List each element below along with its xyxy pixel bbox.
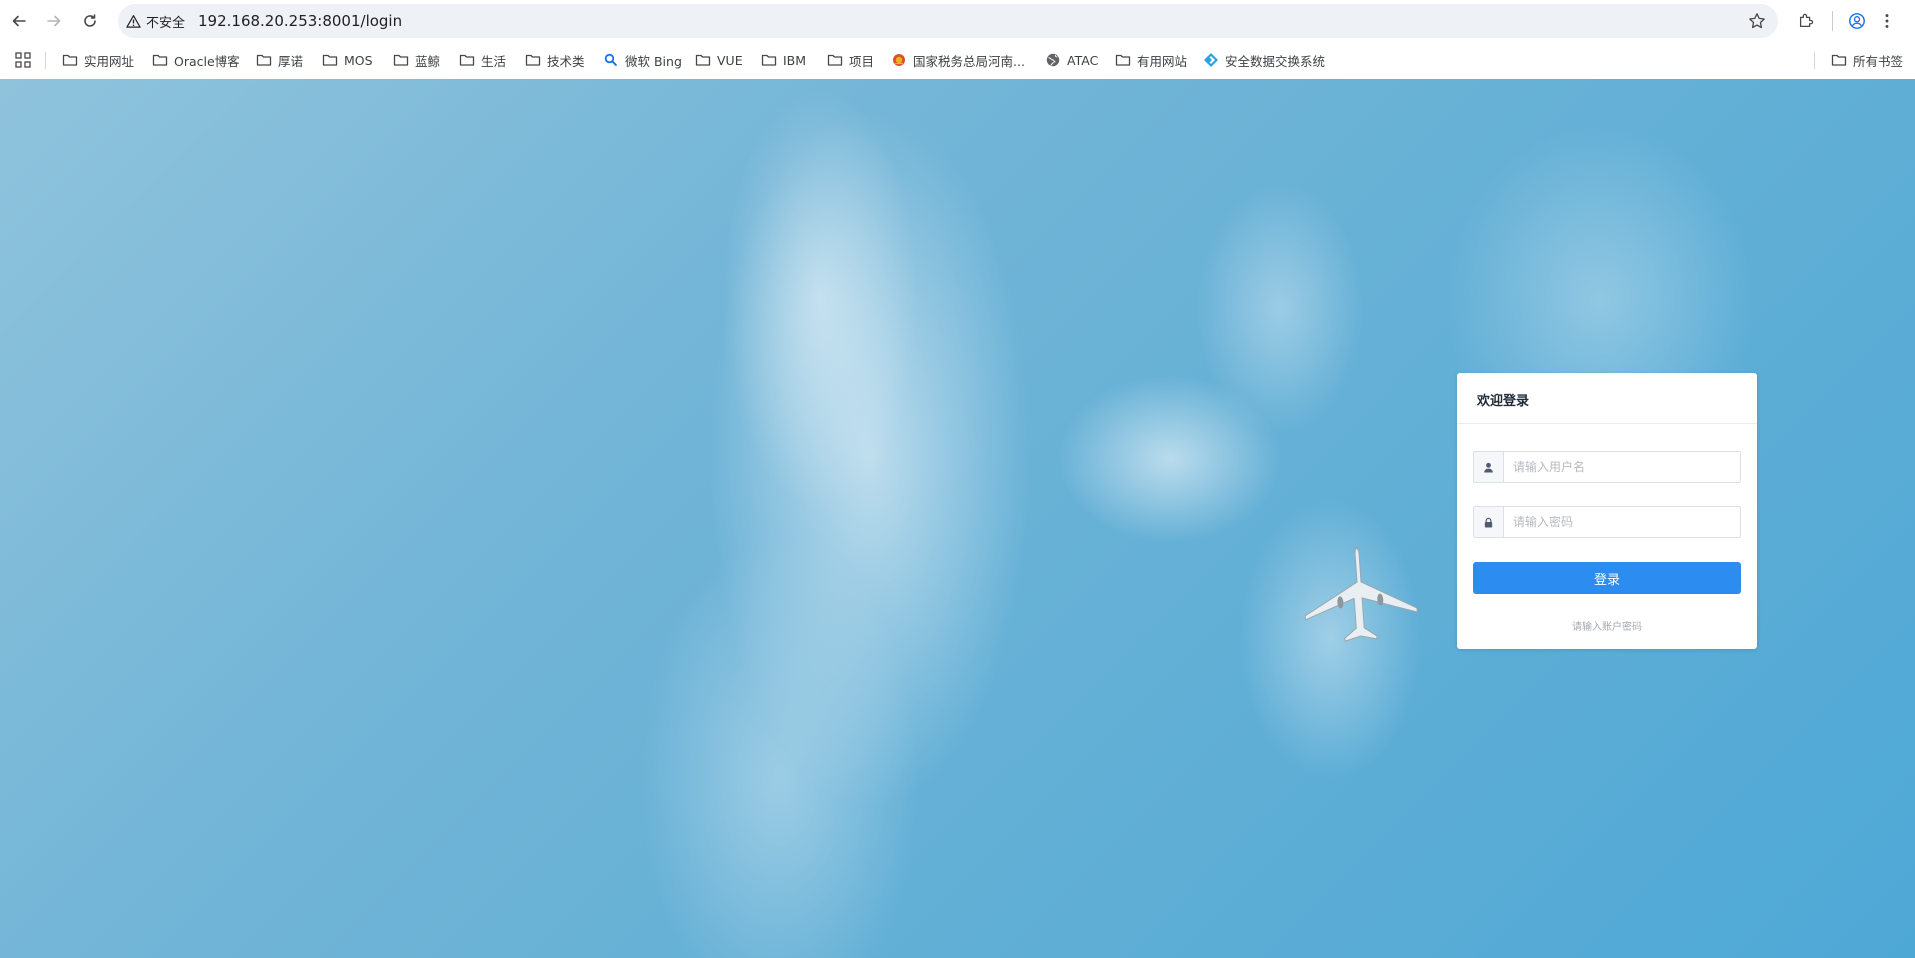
security-label: 不安全 [146,15,186,31]
password-field [1473,506,1741,538]
airplane-image [1304,546,1418,642]
lock-icon [1484,517,1493,528]
tax-emblem-icon [893,54,905,66]
folder-icon [459,54,475,66]
browser-toolbar: 不安全 192.168.20.253:8001/login [0,0,1915,42]
security-chip[interactable]: 不安全 [126,12,186,31]
profile-icon [1849,13,1865,29]
login-title: 欢迎登录 [1457,373,1757,424]
bookmark-label: 技术类 [547,53,585,69]
bookmarks-bar: 实用网址 Oracle博客 厚诺 MOS 蓝鲸 生活 技术类 微软 Bing V… [0,42,1915,79]
forward-button[interactable] [42,9,66,33]
back-button[interactable] [7,9,31,33]
profile-button[interactable] [1847,11,1867,31]
bookmark-folder-1[interactable]: Oracle博客 [152,49,240,71]
bookmark-label: 生活 [481,53,507,69]
toolbar-divider [1832,11,1833,31]
bookmark-label: Oracle博客 [174,53,240,69]
bookmark-link-tax[interactable]: 国家税务总局河南... [891,49,1025,71]
bookmark-folder-2[interactable]: 厚诺 [256,49,303,71]
folder-icon [827,54,843,66]
arrow-right-icon [47,15,61,27]
user-icon [1484,462,1493,473]
all-bookmarks-button[interactable]: 所有书签 [1831,49,1903,71]
globe-icon [1046,53,1060,67]
login-card: 欢迎登录 登录 请输入账户密码 [1457,373,1757,649]
folder-icon [1115,54,1131,66]
extensions-button[interactable] [1796,11,1816,31]
bookmark-label: MOS [344,52,373,68]
bookmark-folder-9[interactable]: IBM [761,49,806,71]
bookmark-folder-13[interactable]: 有用网站 [1115,49,1187,71]
username-input[interactable] [1505,452,1740,482]
folder-icon [761,54,777,66]
bookmark-link-atac[interactable]: ATAC [1045,49,1098,71]
password-prefix [1474,507,1504,537]
bookmark-folder-6[interactable]: 技术类 [525,49,585,71]
username-prefix [1474,452,1504,482]
bookmark-folder-4[interactable]: 蓝鲸 [393,49,440,71]
login-hint: 请输入账户密码 [1572,622,1642,633]
login-button[interactable]: 登录 [1473,562,1741,594]
bookmarks-divider [45,52,46,69]
bookmark-label: VUE [717,52,743,68]
reload-button[interactable] [78,9,102,33]
menu-button[interactable] [1877,11,1897,31]
password-input[interactable] [1505,507,1740,537]
bookmark-label: 项目 [849,53,875,69]
bookmarks-divider [1814,52,1815,69]
url-text[interactable]: 192.168.20.253:8001/login [198,12,402,30]
bing-search-icon [604,53,617,66]
bookmark-folder-10[interactable]: 项目 [827,49,874,71]
bookmark-link-bing[interactable]: 微软 Bing [603,49,682,71]
diamond-logo-icon [1204,53,1218,67]
bookmark-folder-8[interactable]: VUE [695,49,743,71]
warning-icon [126,14,141,28]
folder-icon [1831,54,1847,66]
bookmark-label: 安全数据交换系统 [1225,53,1326,69]
bookmark-folder-0[interactable]: 实用网址 [62,49,134,71]
bookmark-folder-5[interactable]: 生活 [459,49,506,71]
bookmark-label: 微软 Bing [625,53,682,69]
arrow-left-icon [12,15,26,27]
bookmark-star-icon[interactable] [1748,12,1766,30]
folder-icon [525,54,541,66]
bookmark-label: 国家税务总局河南... [913,53,1025,69]
folder-icon [256,54,272,66]
folder-icon [152,54,168,66]
username-field [1473,451,1741,483]
puzzle-icon [1799,13,1814,28]
address-bar[interactable]: 不安全 192.168.20.253:8001/login [118,4,1778,38]
all-bookmarks-label: 所有书签 [1853,53,1904,69]
more-vertical-icon [1885,14,1889,28]
folder-icon [322,54,338,66]
folder-icon [695,54,711,66]
reload-icon [84,14,96,27]
bookmark-label: 实用网址 [84,53,135,69]
bookmark-folder-3[interactable]: MOS [322,49,373,71]
bookmark-label: ATAC [1067,52,1099,68]
folder-icon [393,54,409,66]
bookmark-label: 蓝鲸 [415,53,441,69]
bookmark-label: IBM [783,52,807,68]
bookmark-label: 厚诺 [278,53,304,69]
folder-icon [62,54,78,66]
bookmark-label: 有用网站 [1137,53,1188,69]
bookmark-link-secure-exchange[interactable]: 安全数据交换系统 [1203,49,1325,71]
apps-grid-icon[interactable] [13,50,33,70]
